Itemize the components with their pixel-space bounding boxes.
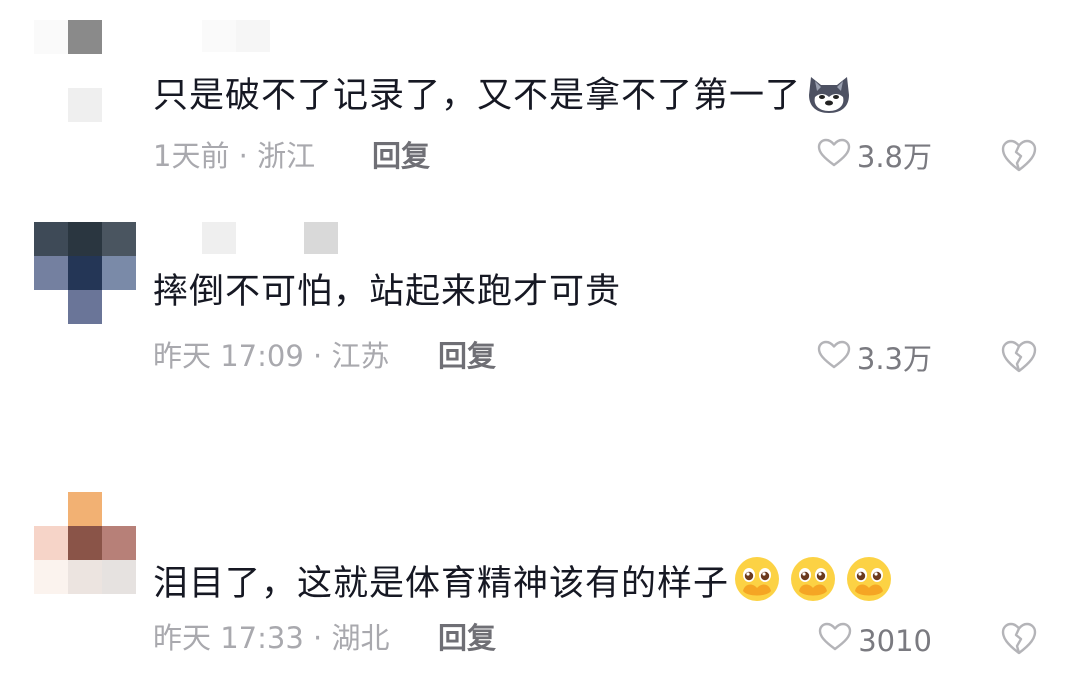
comment-time-location: 1天前 · 浙江	[153, 139, 316, 173]
like-count: 3.3万	[856, 342, 932, 376]
like-count: 3.8万	[856, 140, 932, 174]
dislike-button[interactable]	[1000, 340, 1038, 378]
broken-heart-icon	[1000, 340, 1038, 378]
comment-text: 摔倒不可怕，站起来跑才可贵	[153, 270, 621, 314]
comment-time-location: 昨天 17:33 · 湖北	[153, 621, 390, 655]
like-button[interactable]: 3010	[818, 622, 932, 660]
heart-outline-icon	[817, 340, 851, 378]
reply-button[interactable]: 回复	[372, 138, 430, 174]
comment-text-content: 泪目了，这就是体育精神该有的样子	[153, 564, 730, 604]
comment-text-content: 只是破不了记录了，又不是拿不了第一了	[153, 76, 802, 116]
like-count: 3010	[858, 624, 932, 658]
dislike-button[interactable]	[1000, 622, 1038, 660]
broken-heart-icon	[1000, 622, 1038, 660]
username[interactable]	[202, 20, 272, 52]
username[interactable]	[202, 222, 338, 254]
comment-list: 只是破不了记录了，又不是拿不了第一了 1天前 · 浙江 回复 3.8万 摔倒不可…	[0, 0, 1080, 696]
reply-button[interactable]: 回复	[438, 620, 496, 656]
comment-time-location: 昨天 17:09 · 江苏	[153, 339, 390, 373]
avatar[interactable]	[34, 492, 136, 594]
avatar[interactable]	[34, 20, 136, 122]
dog-face-emoji-icon	[805, 73, 853, 126]
like-button[interactable]: 3.3万	[817, 340, 932, 378]
pleading-face-hands-emoji-icon	[733, 555, 899, 614]
dislike-button[interactable]	[1000, 139, 1038, 177]
avatar[interactable]	[34, 222, 136, 324]
like-button[interactable]: 3.8万	[817, 138, 932, 176]
comment-text: 泪目了，这就是体育精神该有的样子	[153, 555, 899, 614]
heart-outline-icon	[817, 138, 851, 176]
reply-button[interactable]: 回复	[438, 338, 496, 374]
heart-outline-icon	[818, 622, 852, 660]
comment-text: 只是破不了记录了，又不是拿不了第一了	[153, 73, 853, 126]
broken-heart-icon	[1000, 139, 1038, 177]
comment-text-content: 摔倒不可怕，站起来跑才可贵	[153, 272, 622, 312]
